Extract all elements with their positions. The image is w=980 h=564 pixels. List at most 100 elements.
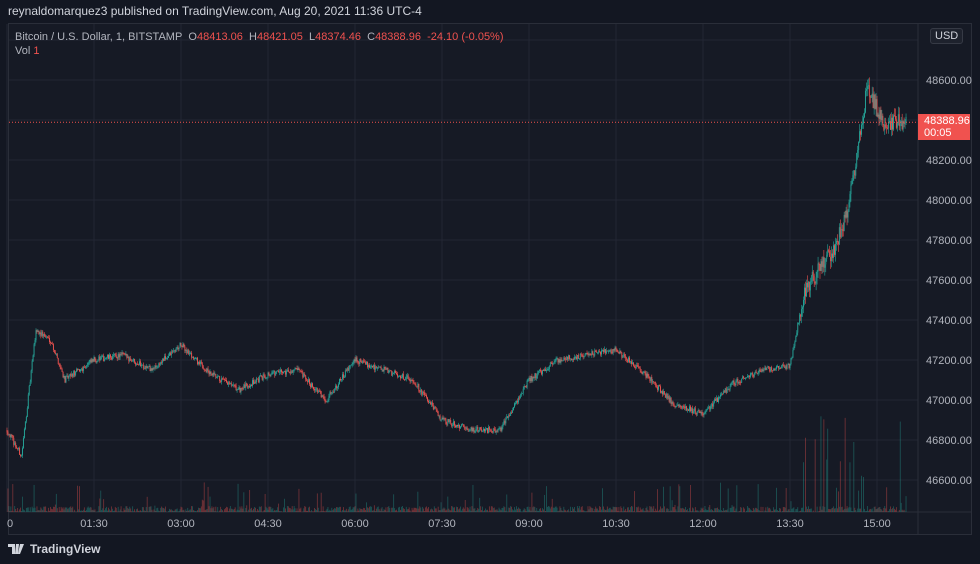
volume-bar bbox=[452, 506, 454, 512]
candle-body bbox=[544, 369, 545, 372]
candle-body bbox=[686, 406, 688, 411]
volume-bar bbox=[423, 508, 425, 512]
candle-body bbox=[105, 358, 107, 360]
candle-body bbox=[457, 424, 458, 427]
candle-body bbox=[20, 454, 21, 456]
candle-body bbox=[604, 349, 606, 354]
candle-body bbox=[30, 370, 32, 382]
candle-body bbox=[413, 382, 415, 384]
candle-body bbox=[578, 358, 580, 360]
candle-body bbox=[621, 352, 623, 358]
volume-bar bbox=[231, 508, 233, 512]
candle-body bbox=[857, 149, 859, 153]
candle-body bbox=[756, 372, 758, 374]
volume-bar bbox=[373, 505, 375, 512]
volume-bar bbox=[123, 508, 125, 512]
candle-body bbox=[675, 405, 677, 407]
volume-bar bbox=[326, 508, 328, 512]
volume-bar bbox=[209, 496, 211, 512]
candle-body bbox=[592, 351, 594, 355]
candle-body bbox=[436, 410, 438, 412]
candle-body bbox=[51, 343, 52, 344]
volume-bar bbox=[758, 510, 760, 512]
candle-body bbox=[577, 355, 579, 359]
volume-bar bbox=[342, 510, 343, 512]
volume-bar bbox=[756, 508, 758, 512]
volume-bar bbox=[98, 506, 100, 512]
volume-bar bbox=[538, 510, 540, 512]
candle-body bbox=[303, 374, 305, 378]
volume-bar bbox=[380, 508, 382, 512]
candle-body bbox=[830, 256, 832, 262]
volume-bar bbox=[739, 511, 741, 512]
volume-bar bbox=[734, 510, 736, 512]
volume-bar bbox=[635, 507, 637, 512]
tradingview-logo[interactable]: TradingView bbox=[8, 542, 100, 556]
candle-body bbox=[511, 412, 513, 414]
candle-body bbox=[874, 94, 876, 109]
volume-bar bbox=[867, 511, 869, 512]
volume-bar bbox=[885, 508, 887, 512]
candle-body bbox=[80, 368, 82, 370]
volume-bar bbox=[527, 506, 529, 512]
volume-bar bbox=[611, 509, 613, 512]
volume-bar bbox=[375, 508, 377, 512]
candle-body bbox=[693, 408, 695, 412]
candle-body bbox=[209, 371, 211, 375]
candle-body bbox=[138, 364, 139, 366]
volume-bar bbox=[610, 509, 612, 512]
volume-bar bbox=[882, 511, 884, 512]
time-axis-label: 06:00 bbox=[341, 518, 369, 530]
volume-bar bbox=[168, 511, 169, 512]
candle-body bbox=[221, 378, 223, 382]
candle-body bbox=[706, 409, 708, 411]
volume-bar bbox=[194, 510, 195, 512]
candle-body bbox=[461, 424, 463, 426]
candle-body bbox=[12, 435, 14, 438]
candle-body bbox=[183, 343, 185, 347]
volume-bar bbox=[310, 511, 311, 512]
volume-bar bbox=[297, 510, 299, 512]
candle-body bbox=[247, 385, 249, 388]
volume-bar bbox=[394, 508, 396, 512]
volume-bar bbox=[56, 508, 58, 512]
volume-bar bbox=[335, 508, 337, 512]
volume-bar bbox=[298, 488, 300, 512]
candle-body bbox=[755, 371, 757, 373]
volume-bar bbox=[23, 509, 24, 512]
volume-bar bbox=[529, 506, 531, 512]
volume-bar bbox=[729, 507, 731, 512]
volume-bar bbox=[809, 508, 811, 512]
candle-body bbox=[325, 401, 327, 403]
chart-canvas[interactable]: 48600.0048200.0048000.0047800.0047600.00… bbox=[0, 0, 980, 564]
symbol-title[interactable]: Bitcoin / U.S. Dollar, 1, BITSTAMP bbox=[15, 31, 182, 43]
candle-body bbox=[116, 357, 118, 359]
candle-body bbox=[36, 330, 38, 332]
candle-body bbox=[125, 353, 127, 355]
candle-body bbox=[634, 367, 636, 369]
candle-body bbox=[791, 357, 793, 359]
volume-bar bbox=[881, 509, 883, 512]
candle-body bbox=[48, 337, 50, 339]
volume-bar bbox=[530, 510, 532, 512]
volume-bar bbox=[806, 506, 807, 512]
candle-body bbox=[100, 357, 102, 361]
candle-body bbox=[671, 402, 673, 404]
candle-body bbox=[819, 264, 821, 271]
volume-bar bbox=[190, 509, 192, 512]
candle-body bbox=[91, 359, 93, 363]
candle-body bbox=[449, 420, 451, 423]
candle-body bbox=[809, 281, 811, 291]
candle-body bbox=[797, 322, 799, 333]
candle-body bbox=[884, 124, 886, 130]
candle-body bbox=[667, 396, 669, 399]
candle-body bbox=[272, 371, 274, 373]
candle-body bbox=[798, 322, 800, 324]
currency-button[interactable]: USD bbox=[930, 28, 964, 44]
candle-body bbox=[524, 386, 526, 388]
candle-body bbox=[121, 352, 123, 355]
candle-body bbox=[536, 376, 538, 379]
candle-body bbox=[498, 428, 500, 430]
candle-body bbox=[816, 271, 818, 278]
volume-bar bbox=[771, 511, 773, 512]
